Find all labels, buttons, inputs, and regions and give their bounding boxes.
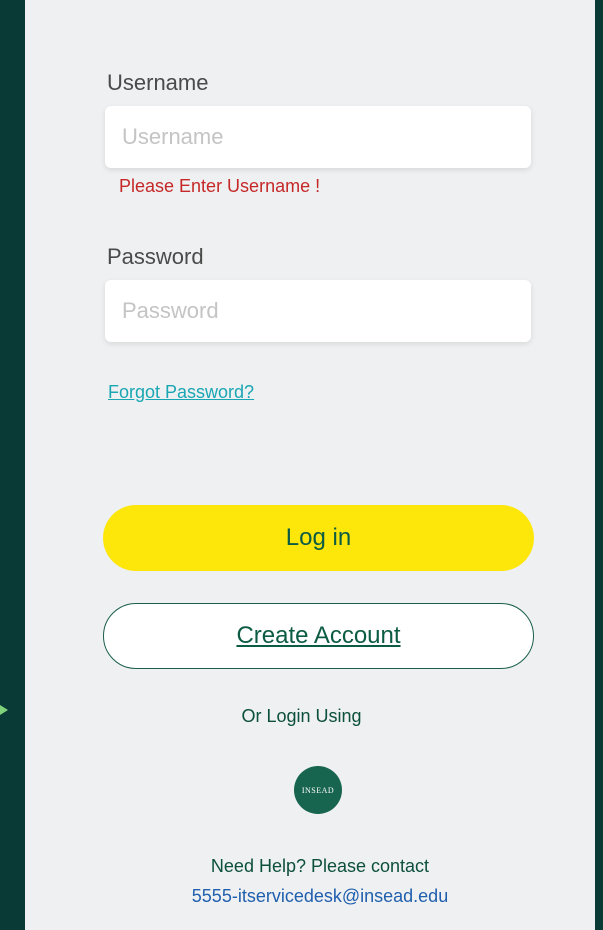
username-error: Please Enter Username ! bbox=[119, 176, 321, 196]
create-account-button[interactable]: Create Account bbox=[103, 603, 534, 669]
help-email-link[interactable]: 5555-itservicedesk@insead.edu bbox=[0, 886, 603, 907]
help-text: Need Help? Please contact bbox=[210, 856, 430, 876]
insead-logo-text: INSEAD bbox=[301, 785, 335, 795]
username-input[interactable] bbox=[105, 106, 531, 168]
password-input[interactable] bbox=[105, 280, 531, 342]
login-button[interactable]: Log in bbox=[103, 505, 534, 571]
username-label: Username bbox=[107, 70, 209, 95]
password-label: Password bbox=[107, 244, 204, 269]
forgot-password-link[interactable]: Forgot Password? bbox=[108, 382, 254, 403]
alt-login-text: Or Login Using bbox=[241, 706, 362, 726]
insead-login-logo[interactable]: INSEAD bbox=[294, 766, 342, 814]
